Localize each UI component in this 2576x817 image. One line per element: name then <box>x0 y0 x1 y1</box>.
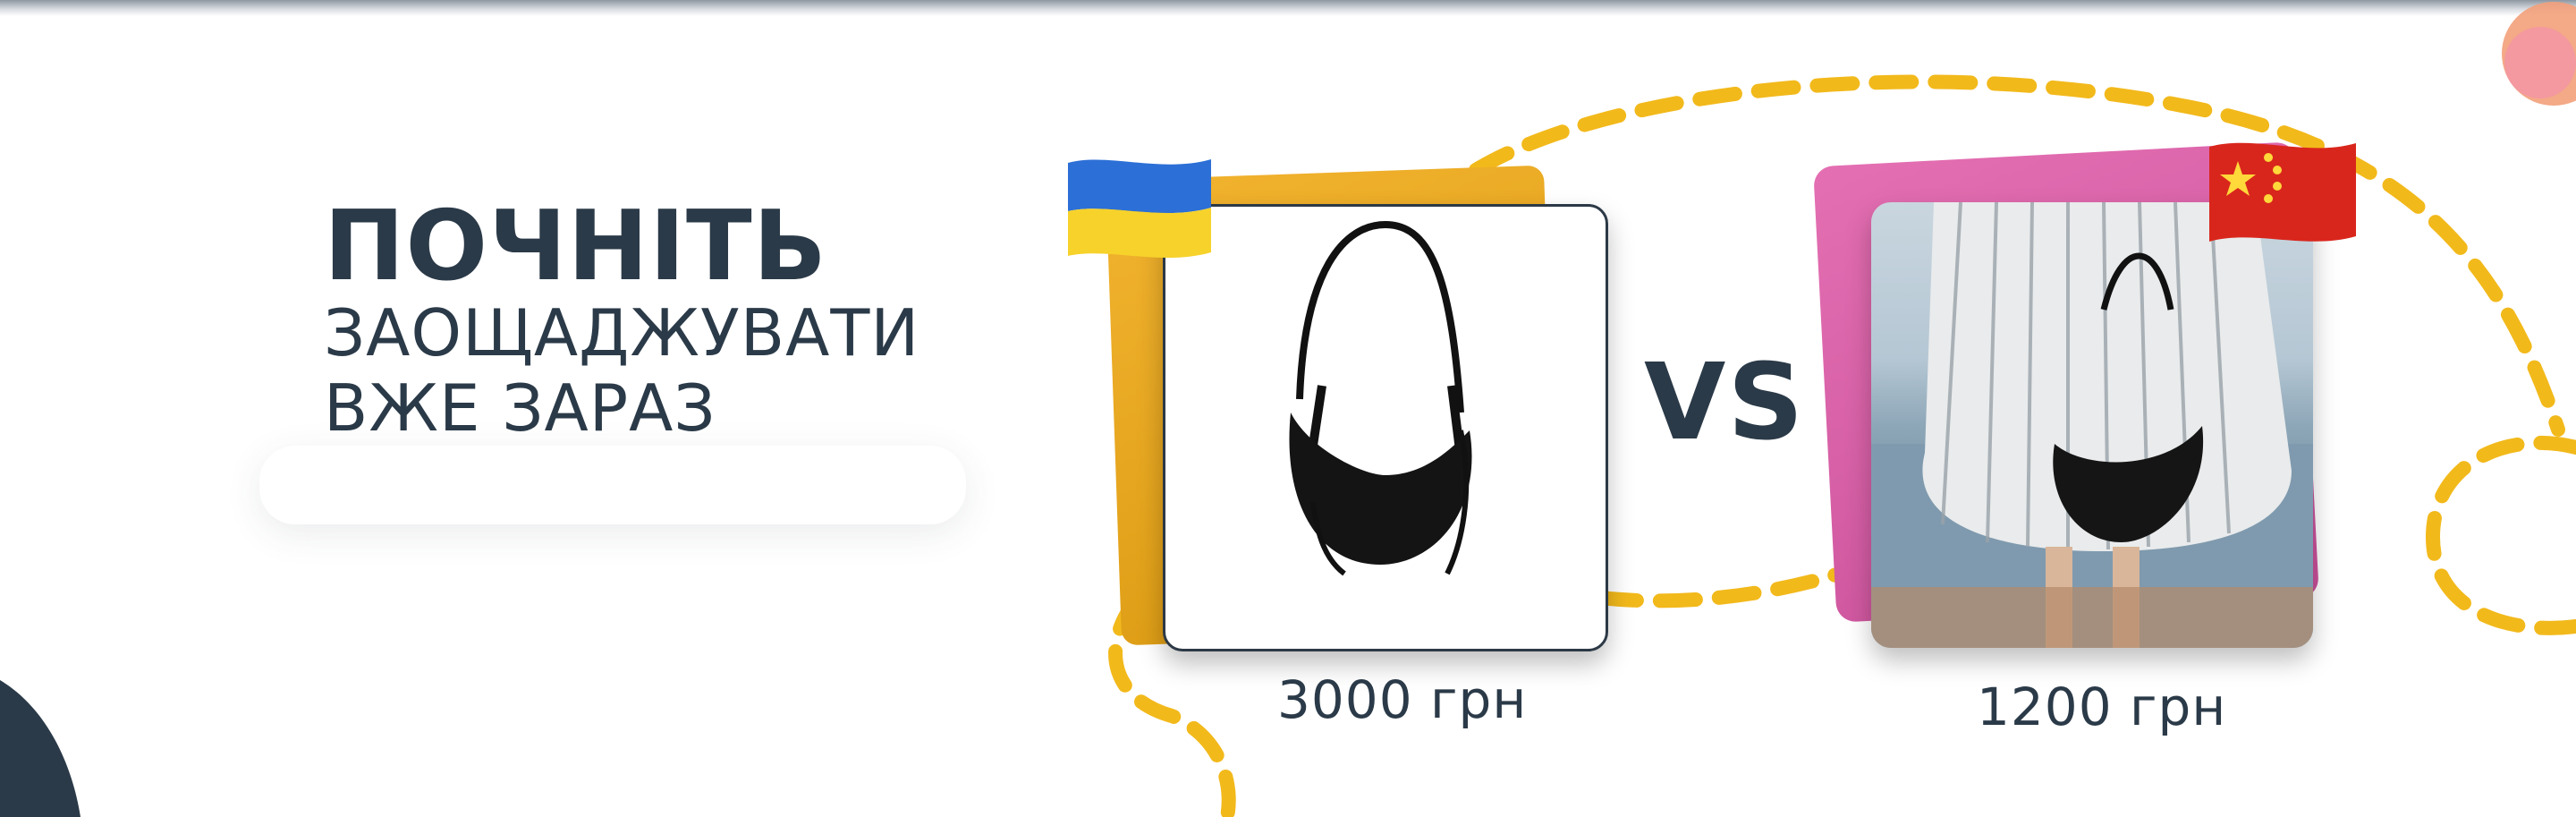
headline-title: ПОЧНІТЬ <box>324 191 828 302</box>
pink-circle-decoration <box>2504 27 2576 98</box>
dashed-loop-right <box>2425 435 2576 635</box>
headline: ПОЧНІТЬ ЗАОЩАДЖУВАТИ ВЖЕ ЗАРАЗ <box>324 191 920 447</box>
cta-placeholder-bar <box>259 446 966 524</box>
ukraine-flag-icon <box>1068 159 1211 259</box>
left-product-card <box>1163 204 1608 651</box>
china-flag-icon <box>2209 142 2356 242</box>
headline-subtitle-line1: ЗАОЩАДЖУВАТИ <box>324 295 920 370</box>
headline-subtitle-line2: ВЖЕ ЗАРАЗ <box>324 370 716 446</box>
dashed-route-connector <box>1594 566 1850 608</box>
vs-label: VS <box>1644 340 1806 464</box>
right-product-photo <box>1871 202 2313 648</box>
dark-corner-shape <box>0 680 80 817</box>
left-price-label: 3000 грн <box>1277 669 1528 730</box>
model-with-bag-image <box>1871 202 2313 648</box>
black-bag-icon <box>1289 220 1472 576</box>
right-price-label: 1200 грн <box>1977 677 2227 737</box>
